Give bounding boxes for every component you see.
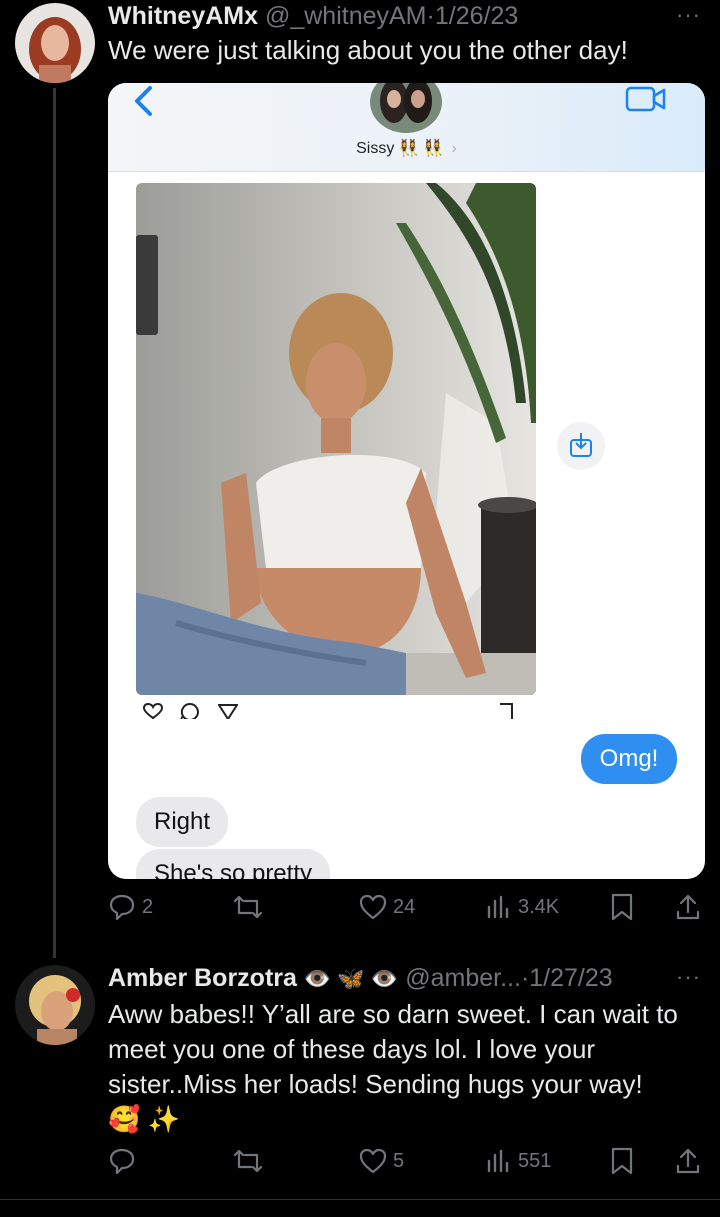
more-options-icon[interactable]: ··· — [676, 964, 701, 990]
views-button[interactable]: 551 — [486, 1147, 551, 1175]
bookmark-outline-icon — [498, 703, 514, 724]
photo-actions-row — [136, 695, 536, 721]
retweet-icon — [233, 1149, 263, 1173]
views-count: 551 — [518, 1149, 552, 1172]
more-options-icon[interactable]: ··· — [676, 2, 701, 28]
reply-icon — [109, 1148, 135, 1175]
bookmark-button[interactable] — [610, 1147, 634, 1175]
bookmark-icon — [611, 893, 633, 921]
like-button[interactable]: 5 — [359, 1147, 404, 1175]
contact-name[interactable]: Sissy 👯‍♀️ 👯‍♀️ › — [108, 138, 705, 158]
views-icon — [487, 1149, 509, 1173]
author-handle[interactable]: @amber... — [405, 964, 521, 992]
like-count: 24 — [393, 895, 416, 918]
reply-icon — [109, 894, 135, 921]
reply-button[interactable] — [108, 1147, 142, 1175]
comment-outline-icon — [180, 702, 200, 724]
author-name[interactable]: Amber Borzotra — [108, 964, 297, 992]
shared-photo[interactable] — [136, 183, 536, 695]
tweet-date[interactable]: 1/26/23 — [435, 2, 518, 30]
like-icon — [359, 894, 387, 920]
contact-name-label: Sissy 👯‍♀️ 👯‍♀️ — [356, 140, 444, 157]
sent-message-bubble[interactable]: Omg! — [581, 734, 677, 784]
sent-message-text: Omg! — [599, 745, 659, 772]
received-message-text: Right — [154, 808, 211, 835]
retweet-button[interactable] — [233, 1147, 263, 1175]
tweet-header: WhitneyAMx @_whitneyAM·1/26/23 — [108, 2, 518, 31]
thread-line — [53, 88, 56, 958]
like-icon — [359, 1148, 387, 1174]
share-button[interactable] — [675, 1147, 701, 1175]
back-chevron-icon — [128, 85, 158, 122]
retweet-button[interactable] — [233, 893, 263, 921]
bookmark-icon — [611, 1147, 633, 1175]
send-outline-icon — [217, 703, 239, 724]
retweet-icon — [233, 895, 263, 919]
contact-chevron-icon: › — [451, 140, 457, 157]
tweet-date[interactable]: 1/27/23 — [529, 964, 612, 992]
views-icon — [487, 895, 509, 919]
tweet-media-image[interactable]: Sissy 👯‍♀️ 👯‍♀️ › — [108, 83, 705, 879]
divider — [0, 1199, 720, 1200]
save-to-device-icon[interactable] — [556, 421, 606, 476]
tweet-text: Aww babes!! Y’all are so darn sweet. I c… — [108, 997, 693, 1137]
reply-button[interactable]: 2 — [108, 893, 153, 921]
share-icon — [676, 1148, 700, 1174]
like-count: 5 — [393, 1149, 405, 1172]
received-message-text: She's so pretty — [154, 860, 312, 879]
video-call-icon — [625, 85, 667, 118]
avatar[interactable] — [15, 3, 95, 83]
views-count: 3.4K — [518, 895, 560, 918]
author-handle[interactable]: @_whitneyAM — [265, 2, 427, 30]
received-message-bubble[interactable]: She's so pretty — [136, 849, 330, 879]
author-name[interactable]: WhitneyAMx — [108, 2, 258, 30]
message-header: Sissy 👯‍♀️ 👯‍♀️ › — [108, 83, 705, 172]
bookmark-button[interactable] — [610, 893, 634, 921]
received-message-bubble[interactable]: Right — [136, 797, 229, 847]
like-button[interactable]: 24 — [359, 893, 415, 921]
heart-outline-icon — [142, 702, 164, 724]
author-name-emojis: 👁️ 🦋 👁️ — [303, 966, 399, 991]
tweet-text-emojis: 🥰 ✨ — [108, 1104, 180, 1134]
tweet-text-body: Aww babes!! Y’all are so darn sweet. I c… — [108, 999, 678, 1099]
views-button[interactable]: 3.4K — [486, 893, 559, 921]
tweet-header: Amber Borzotra 👁️ 🦋 👁️ @amber...·1/27/23 — [108, 964, 613, 993]
tweet-text: We were just talking about you the other… — [108, 35, 628, 65]
avatar[interactable] — [15, 965, 95, 1045]
contact-avatar — [370, 83, 442, 133]
reply-count: 2 — [142, 895, 154, 918]
separator: · — [426, 2, 435, 30]
share-icon — [676, 894, 700, 920]
share-button[interactable] — [675, 893, 701, 921]
